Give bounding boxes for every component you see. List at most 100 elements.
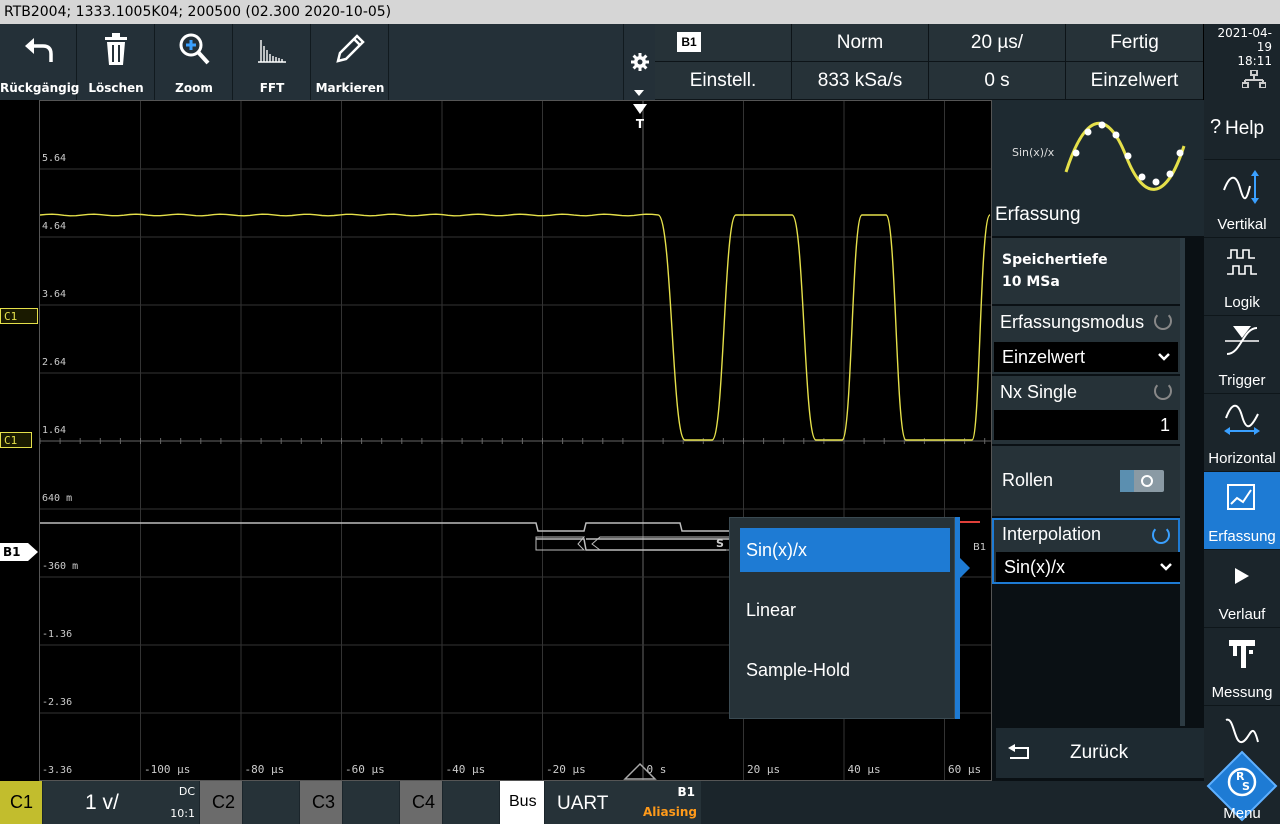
roll-box: Rollen (992, 446, 1180, 516)
help-label: Help (1225, 118, 1265, 139)
interpolation-box: Interpolation Sin(x)/x (992, 518, 1180, 584)
c1-settings[interactable]: 1 v/ DC 10:1 (43, 781, 199, 824)
y-tick-label: -360 m (42, 561, 79, 572)
logic-icon (1227, 249, 1257, 275)
interpolation-dropdown[interactable]: Sin(x)/x (996, 552, 1180, 582)
vertical-icon (1223, 170, 1259, 204)
c2-label: C2 (212, 792, 236, 812)
zoom-button[interactable]: Zoom (156, 24, 233, 100)
help-icon: ? (1210, 116, 1222, 138)
c2-settings[interactable] (243, 781, 299, 824)
c4-settings[interactable] (443, 781, 499, 824)
time: 18:11 (1237, 54, 1272, 68)
measure-label: Messung (1211, 684, 1273, 701)
toolbar: Rückgängig Löschen Zoom FFT Markieren (0, 24, 655, 100)
reset-icon[interactable] (1152, 526, 1170, 544)
fft-label: FFT (259, 81, 285, 95)
popup-pointer-icon (958, 556, 970, 580)
setup-button[interactable]: Einstell. (655, 62, 791, 99)
trigger-arrow-icon (633, 104, 647, 114)
trash-icon (105, 33, 127, 65)
panel-scrollbar[interactable] (1180, 238, 1185, 726)
nav-history[interactable]: Verlauf (1204, 550, 1280, 628)
c3-label: C3 (312, 792, 336, 812)
c1-trigger-level-marker[interactable]: C1 (0, 308, 38, 324)
c3-settings[interactable] (343, 781, 399, 824)
network-icon (1242, 70, 1266, 88)
y-tick-label: -1.36 (42, 629, 73, 640)
logic-label: Logik (1224, 294, 1260, 311)
nav-menu[interactable]: R S Menu (1204, 706, 1280, 824)
c4-button[interactable]: C4 (400, 781, 442, 824)
memory-value: 10 MSa (1002, 274, 1060, 290)
interpolation-option[interactable]: Sample-Hold (740, 648, 950, 692)
right-nav: ? Help Vertikal Logik Trigger Horizontal… (1204, 100, 1280, 824)
c1-coupling: DC (178, 785, 195, 798)
c1-button[interactable]: C1 (0, 781, 42, 824)
delete-label: Löschen (88, 81, 144, 95)
bus-label: Bus (509, 793, 537, 810)
interpolation-option[interactable]: Sin(x)/x (740, 528, 950, 572)
bus-settings[interactable]: UART B1 Aliasing (545, 781, 701, 824)
nx-single-box: Nx Single 1 (992, 376, 1180, 444)
nav-horizontal[interactable]: Horizontal (1204, 394, 1280, 472)
nx-single-input[interactable]: 1 (994, 410, 1178, 440)
settings-column[interactable] (623, 24, 655, 100)
c1-trigger-level-label: C1 (4, 310, 18, 323)
history-label: Verlauf (1218, 606, 1266, 623)
interpolation-popup: Sin(x)/x Linear Sample-Hold (729, 517, 955, 719)
x-tick-label: 60 µs (948, 763, 982, 776)
nav-vertical[interactable]: Vertikal (1204, 160, 1280, 238)
sample-rate[interactable]: 833 kSa/s (792, 62, 928, 99)
chevron-down-icon (1158, 353, 1170, 361)
popup-accent-bar (955, 517, 960, 719)
nav-measure[interactable]: Messung (1204, 628, 1280, 706)
interpolation-value: Sin(x)/x (1004, 557, 1066, 577)
b1-offset-marker[interactable]: B1 (0, 543, 38, 561)
acq-mode-dropdown[interactable]: Einzelwert (994, 342, 1178, 372)
y-tick-label: -2.36 (42, 697, 73, 708)
back-button[interactable]: Zurück (996, 728, 1204, 778)
bus-button[interactable]: Bus (500, 781, 544, 824)
chevron-down-icon (1160, 563, 1172, 571)
trigger-label: Trigger (1218, 372, 1266, 389)
aliasing-warning: Aliasing (643, 805, 697, 819)
bus-tag: B1 (973, 542, 987, 553)
nav-help[interactable]: ? Help (1204, 100, 1280, 160)
bus-select-cell[interactable]: B1 (655, 24, 791, 61)
nx-single-label: Nx Single (1000, 382, 1078, 402)
c2-button[interactable]: C2 (200, 781, 242, 824)
mark-button[interactable]: Markieren (312, 24, 389, 100)
roll-toggle[interactable] (1120, 470, 1164, 492)
c3-button[interactable]: C3 (300, 781, 342, 824)
nav-trigger[interactable]: Trigger (1204, 316, 1280, 394)
memory-depth-box[interactable]: Speichertiefe 10 MSa (992, 238, 1180, 304)
chevron-down-icon (634, 90, 644, 96)
fft-icon (258, 40, 286, 63)
reset-icon[interactable] (1154, 312, 1172, 330)
interpolation-option[interactable]: Linear (740, 588, 950, 632)
back-label: Zurück (1070, 742, 1129, 763)
delete-button[interactable]: Löschen (78, 24, 155, 100)
c1-offset-marker[interactable]: C1 (0, 432, 32, 448)
panel-header: Sin(x)/x Erfassung (992, 100, 1204, 236)
pencil-icon (336, 34, 365, 63)
fft-button[interactable]: FFT (234, 24, 311, 100)
undo-button[interactable]: Rückgängig (0, 24, 80, 100)
bus-badge: B1 (677, 32, 701, 52)
back-arrow-icon (1008, 744, 1029, 759)
time-offset[interactable]: 0 s (929, 62, 1065, 99)
undo-label: Rückgängig (0, 81, 80, 95)
acq-state[interactable]: Fertig (1066, 24, 1203, 61)
acq-mode[interactable]: Einzelwert (1066, 62, 1203, 99)
timebase[interactable]: 20 µs/ (929, 24, 1065, 61)
y-tick-label: 1.64 (42, 425, 67, 436)
trigger-mode[interactable]: Norm (792, 24, 928, 61)
channel-bar: C1 1 v/ DC 10:1 C2 C3 C4 Bus UART B1 Ali… (0, 781, 1204, 824)
reset-icon[interactable] (1154, 382, 1172, 400)
nav-logic[interactable]: Logik (1204, 238, 1280, 316)
undo-icon (25, 38, 53, 62)
bus-protocol: UART (557, 793, 609, 814)
nav-acquisition[interactable]: Erfassung (1204, 472, 1280, 550)
trigger-position-marker[interactable]: T (633, 101, 647, 130)
